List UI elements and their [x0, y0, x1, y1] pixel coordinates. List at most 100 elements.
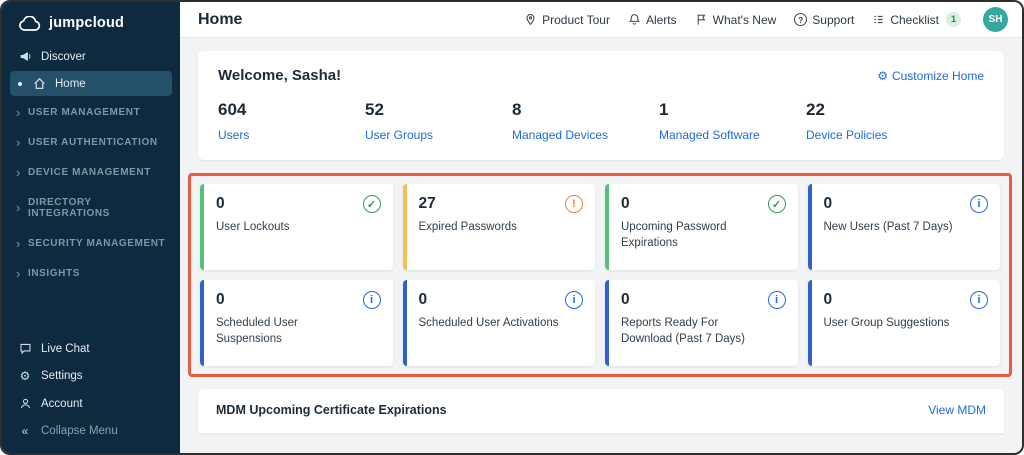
check-circle-icon: ✓ [363, 195, 381, 213]
customize-home-link[interactable]: ⚙ Customize Home [877, 69, 984, 83]
chat-icon [18, 342, 32, 355]
whats-new-button[interactable]: What's New [695, 13, 777, 27]
stat-value: 604 [218, 100, 365, 120]
mdm-panel: MDM Upcoming Certificate Expirations Vie… [198, 389, 1004, 433]
flag-icon [695, 13, 708, 26]
metric-card-user-lockouts[interactable]: 0 ✓ User Lockouts [200, 184, 393, 270]
content-area: Home Product Tour Alerts [180, 2, 1022, 453]
collapse-icon: « [18, 424, 32, 438]
welcome-title: Welcome, Sasha! [218, 67, 341, 84]
metric-card-reports-ready[interactable]: 0 i Reports Ready For Download (Past 7 D… [605, 280, 798, 366]
stat-value: 52 [365, 100, 512, 120]
metric-card-user-group-suggestions[interactable]: 0 i User Group Suggestions [808, 280, 1001, 366]
sidebar-section-user-management[interactable]: › USER MANAGEMENT [2, 97, 180, 127]
sidebar-section-security-management[interactable]: › SECURITY MANAGEMENT [2, 228, 180, 258]
metric-card-new-users[interactable]: 0 i New Users (Past 7 Days) [808, 184, 1001, 270]
person-icon [18, 397, 32, 410]
stat-device-policies: 22 Device Policies [806, 100, 953, 142]
sidebar-item-discover[interactable]: Discover [2, 43, 180, 70]
sidebar-section-directory-integrations[interactable]: › DIRECTORY INTEGRATIONS [2, 187, 180, 228]
metric-value: 0 [621, 291, 630, 309]
app-window: jumpcloud Discover Home › USER MANAGEMEN… [0, 0, 1024, 455]
metric-card-scheduled-user-suspensions[interactable]: 0 i Scheduled User Suspensions [200, 280, 393, 366]
chevron-right-icon: › [16, 204, 21, 212]
sidebar-item-account[interactable]: Account [2, 390, 180, 417]
avatar[interactable]: SH [983, 7, 1008, 32]
chevron-right-icon: › [16, 240, 21, 248]
support-button[interactable]: ? Support [794, 13, 854, 27]
welcome-panel: Welcome, Sasha! ⚙ Customize Home 604 Use… [198, 51, 1004, 160]
sidebar-item-live-chat[interactable]: Live Chat [2, 335, 180, 362]
sidebar-item-settings[interactable]: ⚙ Settings [2, 362, 180, 390]
sidebar-section-user-authentication[interactable]: › USER AUTHENTICATION [2, 127, 180, 157]
page-title: Home [198, 11, 242, 29]
stat-user-groups: 52 User Groups [365, 100, 512, 142]
metric-label: Expired Passwords [419, 220, 559, 236]
metric-card-expired-passwords[interactable]: 27 ! Expired Passwords [403, 184, 596, 270]
megaphone-icon [18, 50, 32, 63]
checklist-count-badge: 1 [946, 12, 961, 27]
stat-value: 1 [659, 100, 806, 120]
sidebar-section-label: SECURITY MANAGEMENT [28, 238, 165, 249]
product-tour-button[interactable]: Product Tour [524, 13, 610, 27]
metric-value: 0 [824, 291, 833, 309]
sidebar-section-insights[interactable]: › INSIGHTS [2, 258, 180, 288]
stat-link-device-policies[interactable]: Device Policies [806, 128, 953, 142]
pin-icon [524, 13, 537, 26]
sidebar-section-label: DEVICE MANAGEMENT [28, 167, 151, 178]
metric-value: 0 [216, 195, 225, 213]
cloud-logo-icon [18, 16, 42, 31]
stat-link-user-groups[interactable]: User Groups [365, 128, 512, 142]
alerts-button[interactable]: Alerts [628, 13, 677, 27]
info-circle-icon: i [768, 291, 786, 309]
sidebar-item-label: Home [55, 78, 86, 90]
stat-managed-devices: 8 Managed Devices [512, 100, 659, 142]
header-actions: Product Tour Alerts What's New ? Sup [524, 7, 1008, 32]
sidebar-section-device-management[interactable]: › DEVICE MANAGEMENT [2, 157, 180, 187]
logo-text: jumpcloud [49, 15, 124, 31]
customize-home-label: Customize Home [892, 69, 984, 83]
sidebar-footer: Live Chat ⚙ Settings Account « Collapse … [2, 335, 180, 445]
stat-link-users[interactable]: Users [218, 128, 365, 142]
metric-value: 0 [419, 291, 428, 309]
exclamation-circle-icon: ! [565, 195, 583, 213]
stat-managed-software: 1 Managed Software [659, 100, 806, 142]
sidebar-section-label: USER AUTHENTICATION [28, 137, 158, 148]
sidebar-item-label: Settings [41, 370, 83, 382]
view-mdm-link[interactable]: View MDM [928, 403, 986, 417]
metric-value: 0 [824, 195, 833, 213]
info-circle-icon: i [970, 195, 988, 213]
stat-value: 22 [806, 100, 953, 120]
action-label: What's New [713, 13, 777, 27]
stat-link-managed-software[interactable]: Managed Software [659, 128, 806, 142]
metric-value: 0 [621, 195, 630, 213]
sidebar-item-label: Discover [41, 51, 86, 63]
sidebar-section-label: INSIGHTS [28, 268, 80, 279]
metric-label: Reports Ready For Download (Past 7 Days) [621, 316, 761, 347]
metric-card-upcoming-password-expirations[interactable]: 0 ✓ Upcoming Password Expirations [605, 184, 798, 270]
stat-users: 604 Users [218, 100, 365, 142]
chevron-right-icon: › [16, 109, 21, 117]
metric-label: User Lockouts [216, 220, 356, 236]
sidebar-item-label: Live Chat [41, 343, 90, 355]
info-circle-icon: i [363, 291, 381, 309]
stat-value: 8 [512, 100, 659, 120]
metric-value: 0 [216, 291, 225, 309]
sidebar-section-label: USER MANAGEMENT [28, 107, 140, 118]
top-header-bar: Home Product Tour Alerts [180, 2, 1022, 38]
stat-link-managed-devices[interactable]: Managed Devices [512, 128, 659, 142]
info-circle-icon: i [970, 291, 988, 309]
sidebar-item-label: Collapse Menu [41, 425, 118, 437]
action-label: Alerts [646, 13, 677, 27]
stats-row: 604 Users 52 User Groups 8 Managed Devic… [218, 100, 984, 142]
checklist-button[interactable]: Checklist 1 [872, 12, 961, 27]
question-circle-icon: ? [794, 13, 807, 26]
metric-value: 27 [419, 195, 436, 213]
chevron-right-icon: › [16, 169, 21, 177]
gear-icon: ⚙ [877, 69, 888, 83]
metric-card-scheduled-user-activations[interactable]: 0 i Scheduled User Activations [403, 280, 596, 366]
sidebar-item-collapse-menu[interactable]: « Collapse Menu [2, 417, 180, 445]
checklist-icon [872, 13, 885, 26]
check-circle-icon: ✓ [768, 195, 786, 213]
sidebar-item-home[interactable]: Home [10, 71, 172, 96]
